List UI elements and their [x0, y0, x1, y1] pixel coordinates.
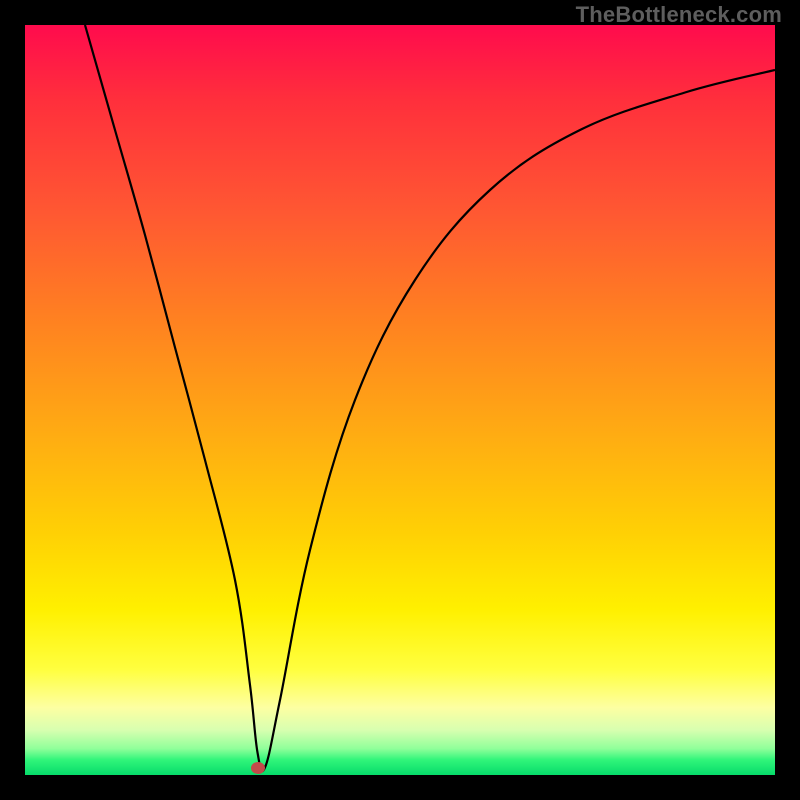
watermark-text: TheBottleneck.com	[576, 2, 782, 28]
bottleneck-curve-path	[85, 25, 775, 771]
plot-area	[25, 25, 775, 775]
bottleneck-curve	[25, 25, 775, 775]
min-point-marker	[251, 762, 265, 774]
chart-frame	[0, 0, 800, 800]
